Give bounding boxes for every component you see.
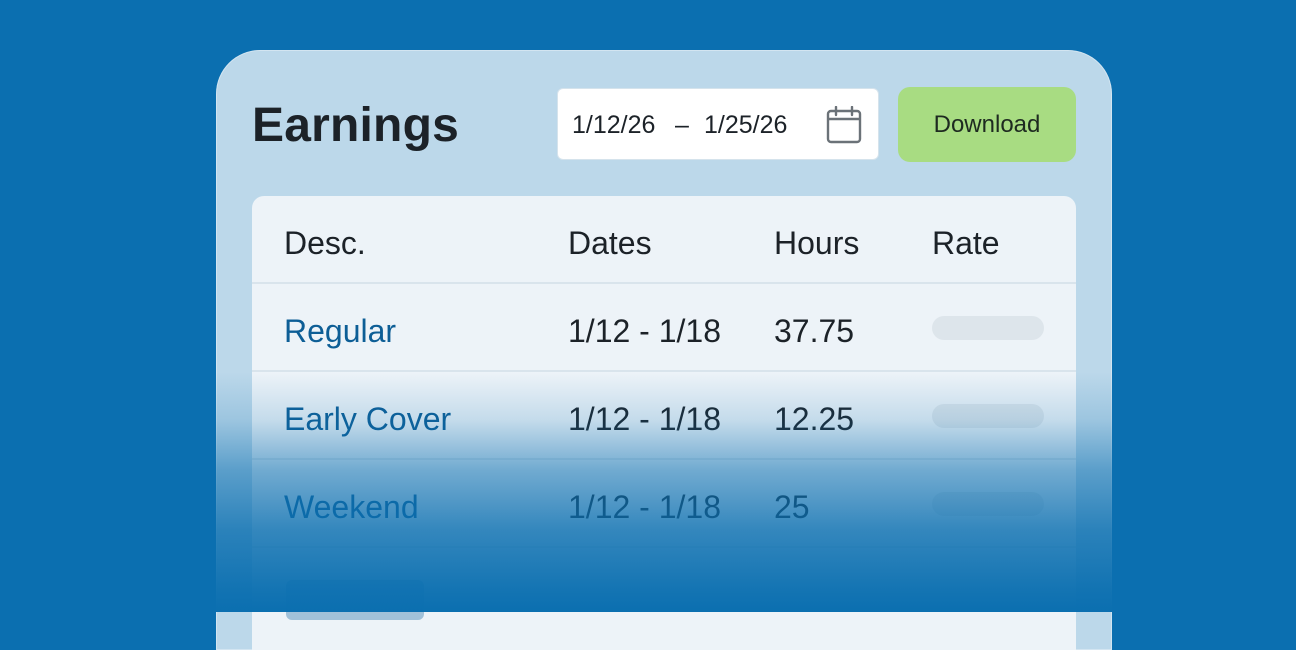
earnings-card: Earnings 1/12/26 – 1/25/26 Download Desc…: [216, 50, 1112, 650]
row-dates: 1/12 - 1/18: [568, 313, 721, 349]
table-row-faded: [252, 548, 1076, 636]
table-header-row: Desc. Dates Hours Rate: [252, 196, 1076, 284]
download-button[interactable]: Download: [898, 87, 1076, 162]
earnings-table: Desc. Dates Hours Rate Regular 1/12 - 1/…: [252, 196, 1076, 650]
row-desc-link[interactable]: Weekend: [284, 488, 419, 526]
date-range-end: 1/25/26: [704, 111, 788, 139]
column-header-dates[interactable]: Dates: [568, 224, 652, 262]
date-range-separator: –: [675, 111, 689, 139]
table-row[interactable]: Early Cover 1/12 - 1/18 12.25: [252, 372, 1076, 460]
column-header-desc[interactable]: Desc.: [284, 224, 366, 262]
page-title: Earnings: [252, 99, 459, 152]
rate-placeholder: [932, 492, 1044, 516]
rate-placeholder: [932, 316, 1044, 340]
row-desc-link[interactable]: Early Cover: [284, 400, 451, 438]
row-desc-link[interactable]: Regular: [284, 312, 396, 350]
rate-placeholder: [932, 404, 1044, 428]
date-range-picker[interactable]: 1/12/26 – 1/25/26: [557, 88, 879, 160]
row-hours: 12.25: [774, 401, 855, 437]
table-row[interactable]: Weekend 1/12 - 1/18 25: [252, 460, 1076, 548]
desc-placeholder: [286, 580, 424, 620]
date-range-start: 1/12/26: [572, 111, 656, 139]
row-hours: 25: [774, 489, 810, 525]
row-hours: 37.75: [774, 313, 855, 349]
table-row[interactable]: Regular 1/12 - 1/18 37.75: [252, 284, 1076, 372]
row-dates: 1/12 - 1/18: [568, 401, 721, 437]
calendar-icon[interactable]: [826, 105, 862, 144]
column-header-hours[interactable]: Hours: [774, 224, 859, 262]
column-header-rate[interactable]: Rate: [932, 224, 1000, 262]
row-dates: 1/12 - 1/18: [568, 489, 721, 525]
